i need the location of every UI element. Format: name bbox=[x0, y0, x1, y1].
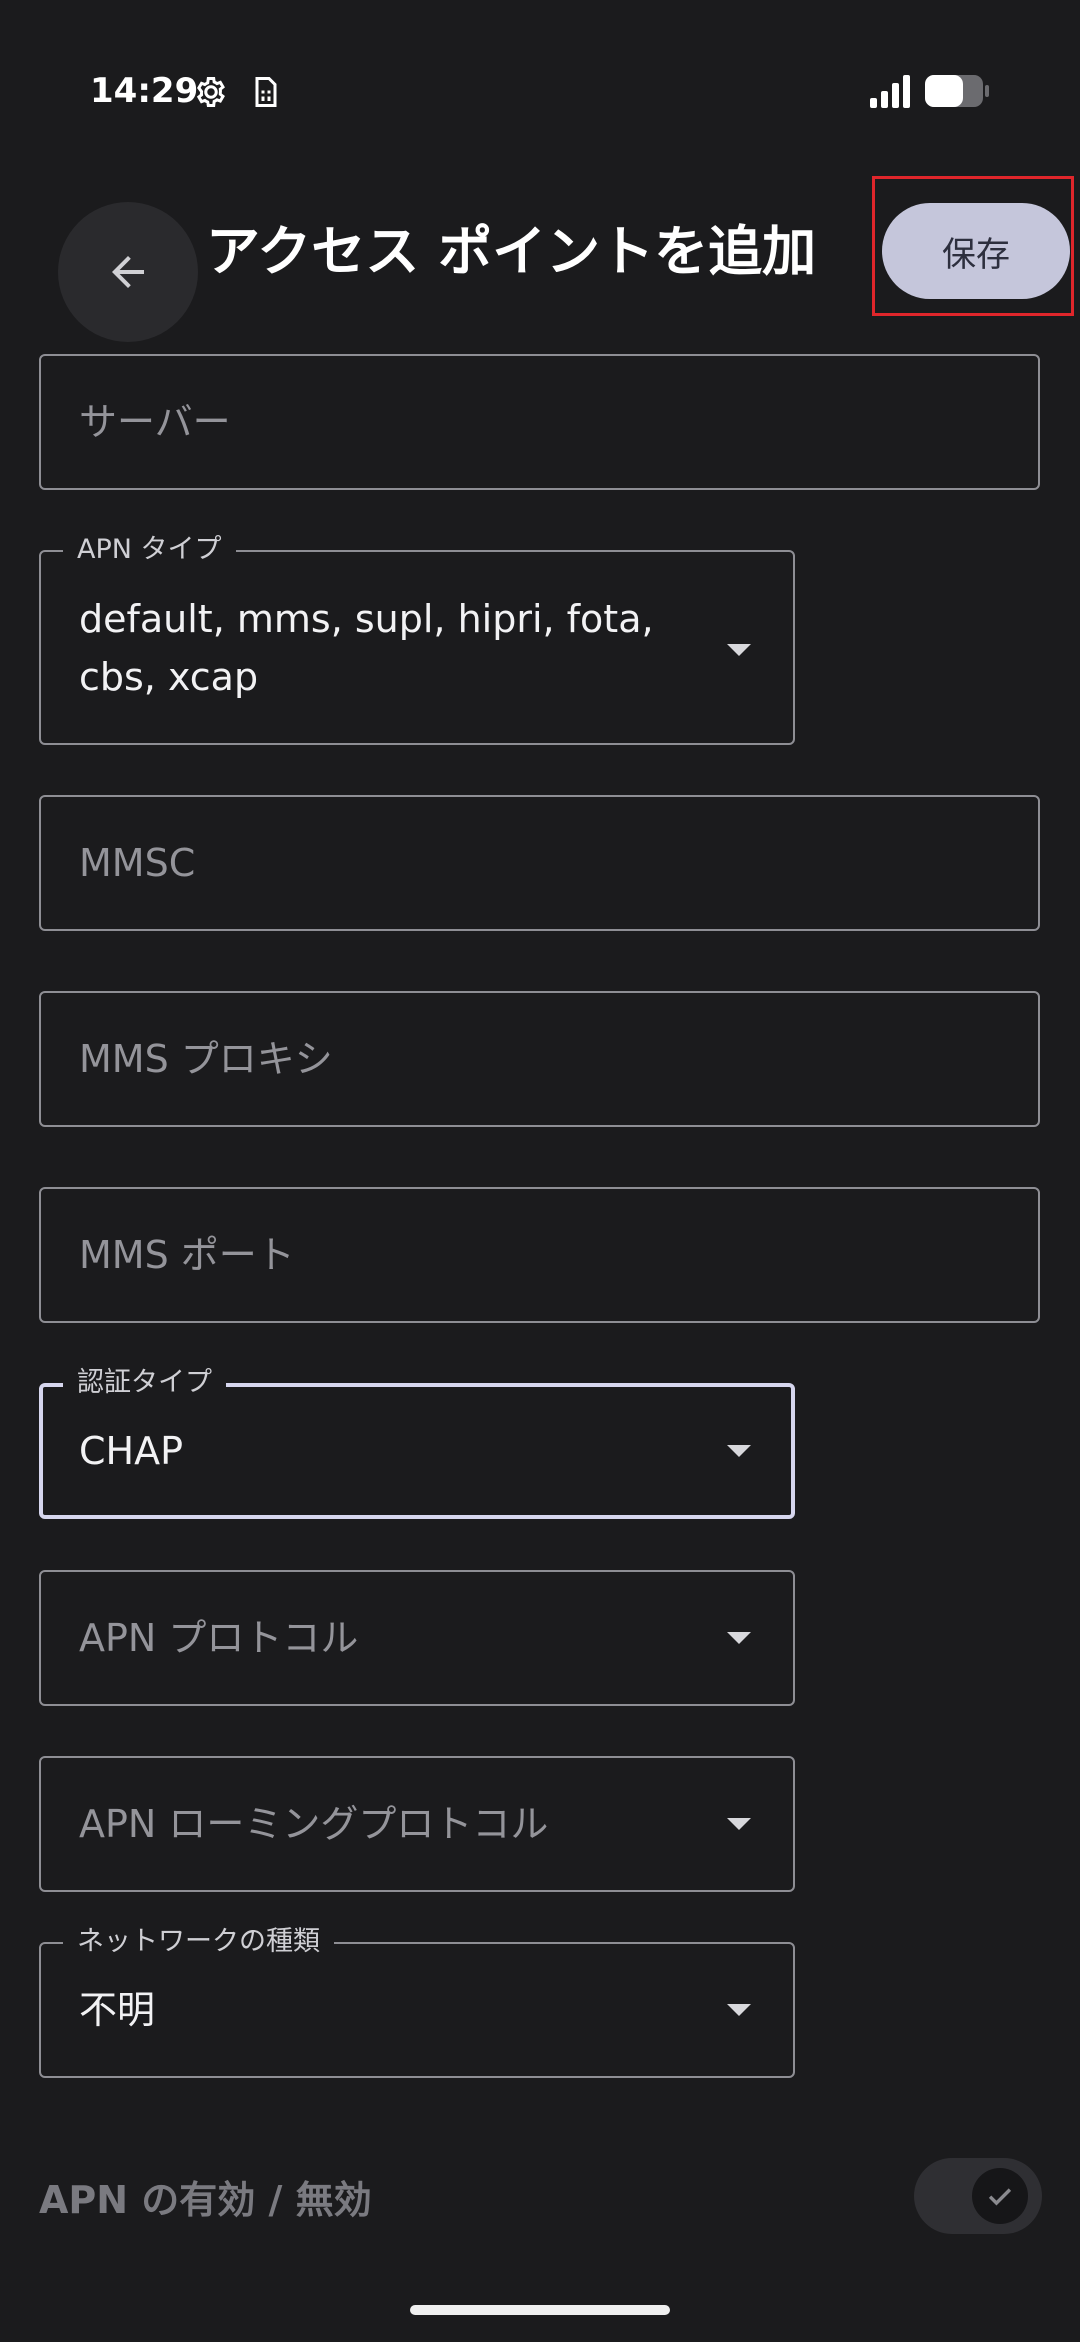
apn-roaming-protocol-placeholder: APN ローミングプロトコル bbox=[79, 1802, 549, 1846]
dropdown-arrow-icon bbox=[727, 2004, 751, 2016]
network-type-dropdown[interactable]: ネットワークの種類 不明 bbox=[39, 1922, 795, 2078]
server-placeholder: サーバー bbox=[79, 400, 231, 444]
apn-protocol-dropdown[interactable]: APN プロトコル bbox=[39, 1570, 795, 1706]
apn-type-value-line2: cbs, xcap bbox=[79, 655, 259, 699]
sim-card-icon bbox=[255, 77, 277, 107]
apn-protocol-placeholder: APN プロトコル bbox=[79, 1616, 359, 1660]
apn-type-dropdown[interactable]: APN タイプ default, mms, supl, hipri, fota,… bbox=[39, 530, 795, 745]
arrow-left-icon bbox=[112, 256, 144, 288]
apn-type-value-line1: default, mms, supl, hipri, fota, bbox=[79, 597, 654, 641]
battery-icon bbox=[925, 75, 989, 107]
save-button[interactable]: 保存 bbox=[882, 203, 1070, 299]
apn-roaming-protocol-dropdown[interactable]: APN ローミングプロトコル bbox=[39, 1756, 795, 1892]
dropdown-arrow-icon bbox=[727, 1818, 751, 1830]
apn-type-label: APN タイプ bbox=[63, 530, 236, 570]
mmsc-placeholder: MMSC bbox=[79, 841, 196, 885]
dropdown-arrow-icon bbox=[727, 644, 751, 656]
mms-port-input[interactable]: MMS ポート bbox=[39, 1187, 1040, 1323]
auth-type-dropdown[interactable]: 認証タイプ CHAP bbox=[39, 1363, 795, 1519]
check-icon bbox=[988, 2188, 1012, 2206]
page-title: アクセス ポイントを追加 bbox=[206, 220, 817, 283]
back-button[interactable] bbox=[58, 202, 198, 342]
signal-strength-icon bbox=[870, 75, 910, 108]
settings-gear-icon bbox=[196, 77, 225, 107]
apn-toggle-label: APN の有効 / 無効 bbox=[39, 2178, 372, 2222]
home-indicator[interactable] bbox=[410, 2305, 670, 2315]
network-type-label: ネットワークの種類 bbox=[63, 1922, 334, 1962]
auth-type-label: 認証タイプ bbox=[63, 1363, 226, 1403]
network-type-value: 不明 bbox=[79, 1988, 156, 2032]
toggle-thumb[interactable] bbox=[972, 2168, 1028, 2224]
mms-proxy-placeholder: MMS プロキシ bbox=[79, 1037, 333, 1081]
mmsc-input[interactable]: MMSC bbox=[39, 795, 1040, 931]
mms-proxy-input[interactable]: MMS プロキシ bbox=[39, 991, 1040, 1127]
mms-port-placeholder: MMS ポート bbox=[79, 1233, 295, 1277]
server-input[interactable]: サーバー bbox=[39, 354, 1040, 490]
dropdown-arrow-icon bbox=[727, 1445, 751, 1457]
auth-type-value: CHAP bbox=[79, 1429, 184, 1473]
dropdown-arrow-icon bbox=[727, 1632, 751, 1644]
status-time: 14:29 bbox=[90, 71, 199, 111]
